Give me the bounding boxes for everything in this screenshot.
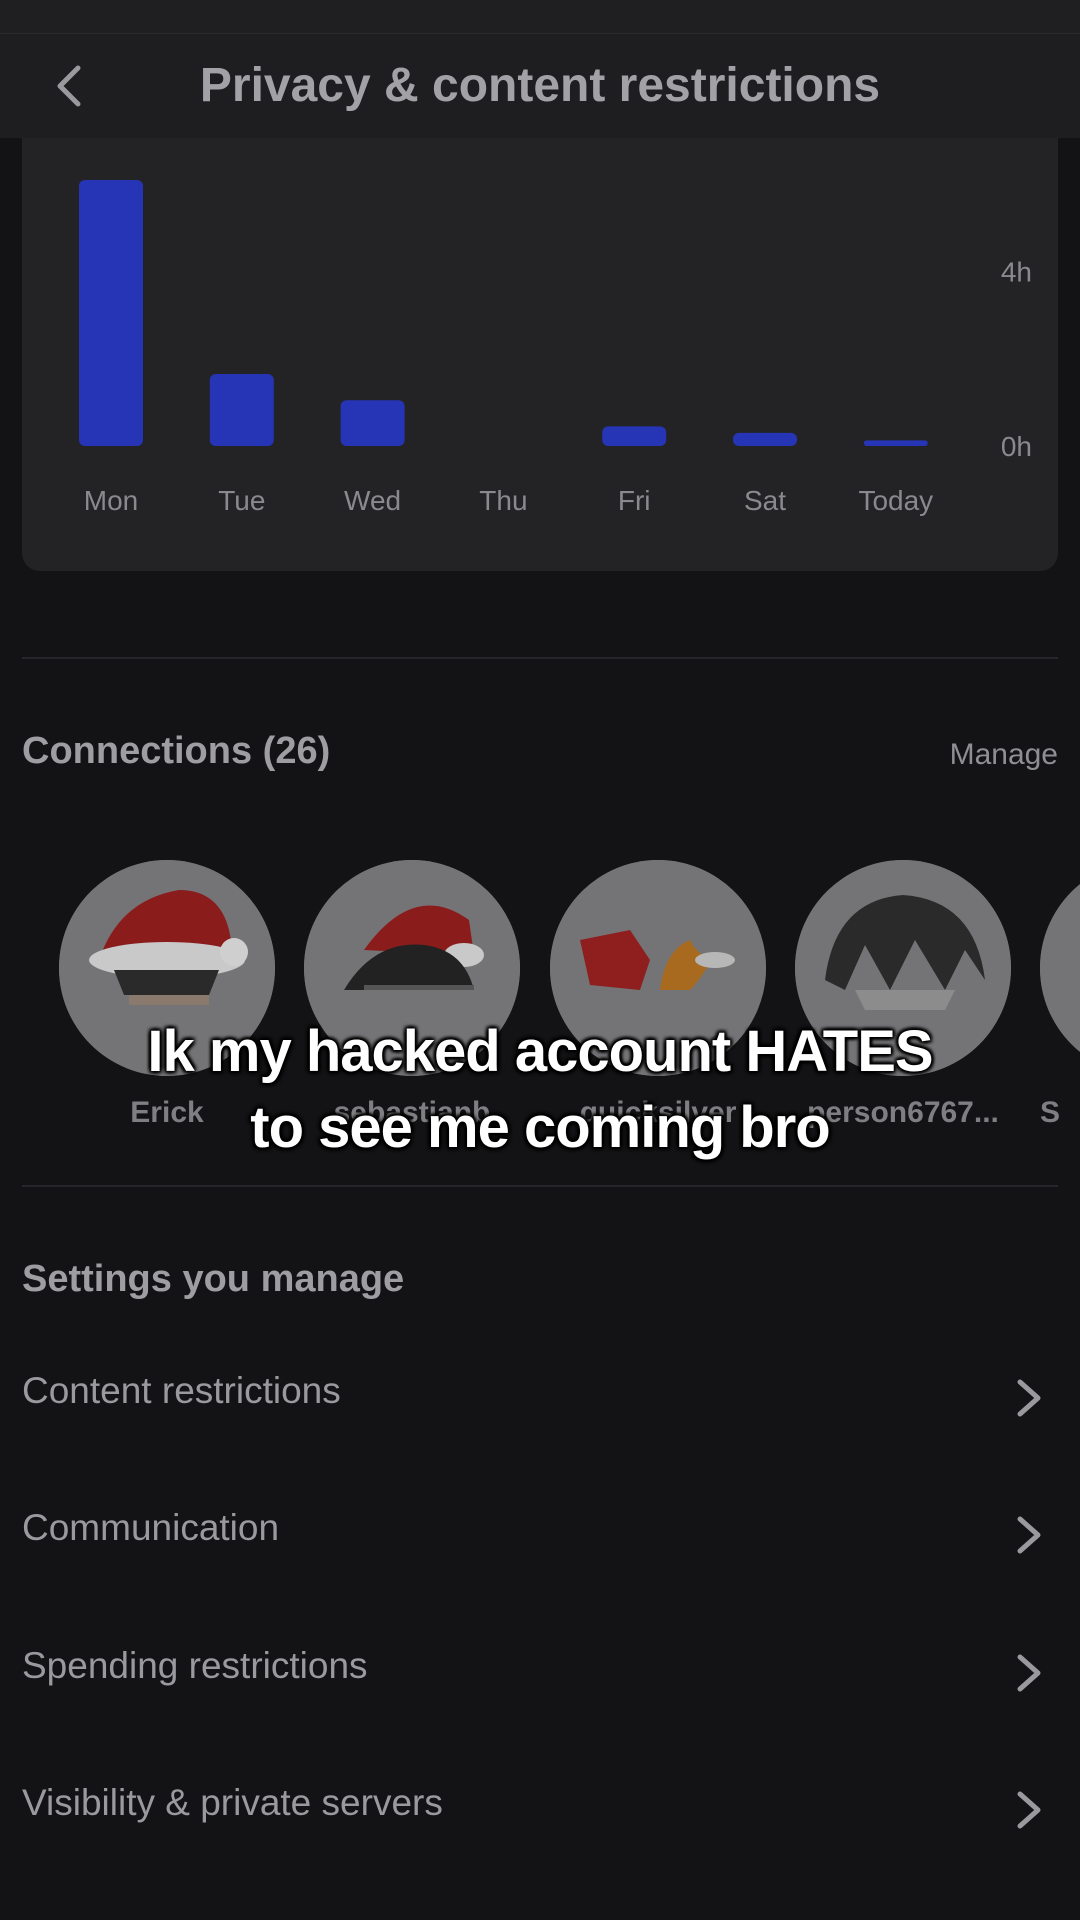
status-bar: [0, 0, 1080, 34]
divider: [22, 1185, 1058, 1187]
settings-section-title: Settings you manage: [22, 1258, 405, 1300]
screen-time-chart: Mon Tue Wed Thu Fri Sat Today 4h 0h: [22, 138, 1058, 571]
x-tick-label: Thu: [479, 485, 527, 516]
chart-bar-wed: [340, 400, 405, 446]
app-header: Privacy & content restrictions: [0, 34, 1080, 138]
chevron-right-icon: [1008, 1376, 1048, 1420]
divider: [22, 657, 1058, 659]
chevron-right-icon: [1008, 1788, 1048, 1832]
page-title: Privacy & content restrictions: [199, 59, 881, 112]
caption-line: to see me coming bro: [250, 1095, 830, 1160]
setting-label: Content restrictions: [22, 1370, 341, 1411]
x-tick-label: Sat: [744, 485, 786, 516]
chevron-right-icon: [1008, 1513, 1048, 1557]
bar-chart: Mon Tue Wed Thu Fri Sat Today 4h 0h: [79, 180, 1032, 516]
chart-bar-mon: [79, 180, 143, 446]
connections-title: Connections (26): [22, 730, 331, 772]
chart-bar-tue: [209, 374, 274, 446]
x-tick-label: Wed: [344, 485, 401, 516]
chart-bar-fri: [602, 426, 667, 446]
setting-spending-restrictions[interactable]: Spending restrictions: [22, 1617, 1058, 1727]
setting-label: Communication: [22, 1507, 280, 1548]
x-tick-label: Fri: [618, 485, 651, 516]
video-caption: Ik my hacked account HATES to see me com…: [0, 1014, 1080, 1166]
setting-content-restrictions[interactable]: Content restrictions: [22, 1342, 1058, 1452]
chart-bar-today: [863, 440, 928, 446]
chevron-right-icon: [1008, 1651, 1048, 1695]
x-tick-label: Tue: [218, 485, 265, 516]
y-tick-label: 0h: [1001, 431, 1032, 462]
x-tick-label: Mon: [84, 485, 138, 516]
x-tick-label: Today: [858, 485, 933, 516]
chart-bar-sat: [733, 432, 797, 446]
setting-label: Spending restrictions: [22, 1645, 368, 1686]
setting-label: Visibility & private servers: [22, 1782, 443, 1823]
setting-visibility-private-servers[interactable]: Visibility & private servers: [22, 1754, 1058, 1864]
y-tick-label: 4h: [1001, 257, 1032, 288]
manage-connections-link[interactable]: Manage: [950, 738, 1058, 772]
setting-communication[interactable]: Communication: [22, 1479, 1058, 1589]
caption-line: Ik my hacked account HATES: [147, 1019, 933, 1084]
